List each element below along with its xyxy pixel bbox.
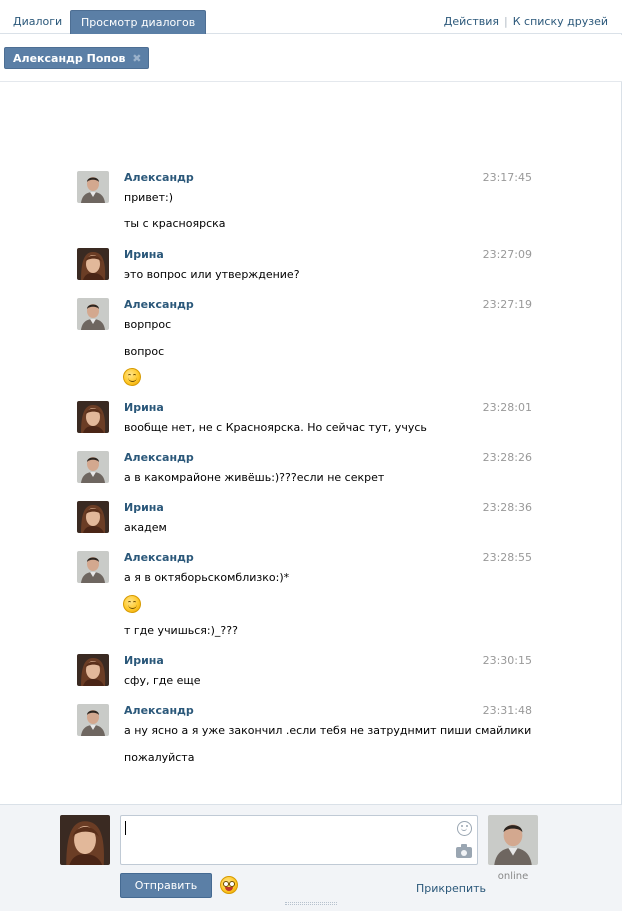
author-avatar[interactable]: [77, 551, 109, 583]
tab-view-dialogs[interactable]: Просмотр диалогов: [70, 10, 207, 34]
message-text: вопрос: [124, 345, 165, 358]
recipient-row: Александр Попов ✖: [0, 35, 622, 82]
compose-area: online Отправить Прикрепить: [0, 804, 622, 911]
author-name[interactable]: Ирина: [124, 501, 164, 514]
resize-grip[interactable]: [285, 902, 337, 905]
message-block: Александр 23:28:55 а я в октяборьскомблизк…: [77, 551, 537, 641]
message-time: 23:28:01: [482, 401, 532, 414]
message-text: ворпрос: [124, 318, 172, 331]
message-time: 23:30:15: [482, 654, 532, 667]
friends-list-link[interactable]: К списку друзей: [513, 15, 608, 28]
camera-icon[interactable]: [456, 844, 472, 858]
message-text: ты с красноярска: [124, 217, 226, 230]
message-time: 23:28:36: [482, 501, 532, 514]
author-avatar[interactable]: [77, 298, 109, 330]
author-avatar[interactable]: [77, 654, 109, 686]
message-text: а ну ясно а я уже закончил .если тебя не…: [124, 724, 532, 737]
author-name[interactable]: Александр: [124, 551, 194, 564]
message-text: сфу, где еще: [124, 674, 201, 687]
message-text: это вопрос или утверждение?: [124, 268, 300, 281]
author-name[interactable]: Александр: [124, 704, 194, 717]
message-input[interactable]: [120, 815, 478, 865]
message-text: а в какомрайоне живёшь:)???если не секре…: [124, 471, 385, 484]
attach-link[interactable]: Прикрепить: [416, 882, 486, 895]
emoji-icon[interactable]: [220, 876, 238, 894]
message-time: 23:28:55: [482, 551, 532, 564]
emoji-picker-icon[interactable]: [457, 821, 472, 836]
recipient-chip[interactable]: Александр Попов ✖: [4, 47, 149, 69]
author-name[interactable]: Ирина: [124, 654, 164, 667]
author-avatar[interactable]: [77, 171, 109, 203]
author-avatar[interactable]: [77, 704, 109, 736]
peer-avatar[interactable]: [488, 815, 538, 865]
top-links: Действия | К списку друзей: [444, 15, 608, 28]
messages-window: Диалоги Просмотр диалогов Действия | К спи…: [0, 0, 622, 911]
message-time: 23:27:19: [482, 298, 532, 311]
remove-recipient-icon[interactable]: ✖: [132, 48, 141, 70]
actions-link[interactable]: Действия: [444, 15, 499, 28]
author-avatar[interactable]: [77, 401, 109, 433]
author-name[interactable]: Александр: [124, 298, 194, 311]
message-text: вообще нет, не с Красноярска. Но сейчас …: [124, 421, 427, 434]
message-time: 23:31:48: [482, 704, 532, 717]
recipient-name: Александр Попов: [13, 52, 126, 65]
text-caret: [125, 821, 126, 835]
smile-emoji-icon: [123, 595, 141, 613]
link-separator: |: [504, 15, 508, 28]
smile-emoji-icon: [123, 368, 141, 386]
author-name[interactable]: Ирина: [124, 401, 164, 414]
message-block: Александр 23:27:19 ворпрос вопрос: [77, 298, 537, 388]
message-text: т где учишься:)_???: [124, 624, 238, 637]
message-time: 23:17:45: [482, 171, 532, 184]
peer-online-status: online: [497, 871, 529, 882]
author-avatar[interactable]: [77, 248, 109, 280]
message-block: Александр 23:31:48 а ну ясно а я уже закон…: [77, 704, 537, 794]
author-name[interactable]: Александр: [124, 171, 194, 184]
message-text: а я в октяборьскомблизко:)*: [124, 571, 290, 584]
tab-dialogs[interactable]: Диалоги: [3, 10, 72, 34]
author-name[interactable]: Ирина: [124, 248, 164, 261]
message-text: академ: [124, 521, 167, 534]
my-avatar[interactable]: [60, 815, 110, 865]
send-button[interactable]: Отправить: [120, 873, 212, 898]
message-text: привет:): [124, 191, 173, 204]
author-avatar[interactable]: [77, 501, 109, 533]
top-tabs-bar: Диалоги Просмотр диалогов Действия | К спи…: [0, 0, 622, 34]
message-time: 23:28:26: [482, 451, 532, 464]
author-avatar[interactable]: [77, 451, 109, 483]
author-name[interactable]: Александр: [124, 451, 194, 464]
message-time: 23:27:09: [482, 248, 532, 261]
message-text: пожалуйста: [124, 751, 195, 764]
